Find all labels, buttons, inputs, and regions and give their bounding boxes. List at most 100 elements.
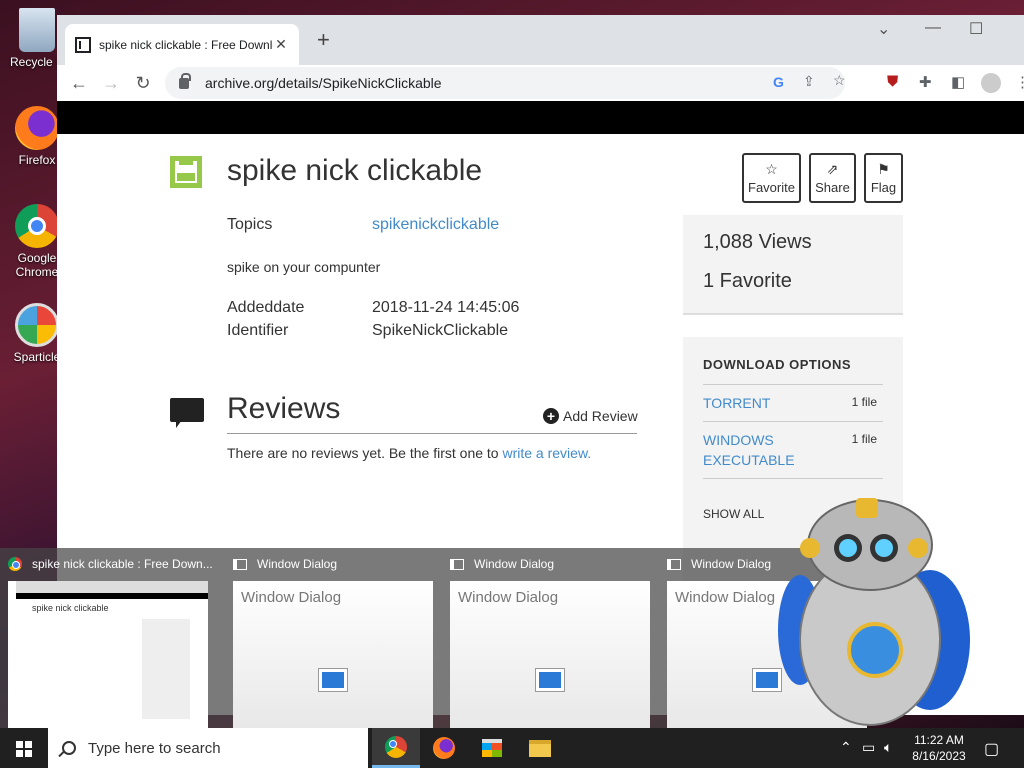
write-review-link[interactable]: write a review. [502, 445, 591, 461]
comment-icon [170, 398, 204, 428]
reload-icon[interactable]: ↻ [127, 73, 159, 94]
taskbar-firefox[interactable] [420, 728, 468, 768]
share-button[interactable]: ⇗ Share [809, 153, 856, 203]
robot-ear [800, 538, 820, 558]
taskbar-thumbnail-previews: spike nick clickable : Free Down... spik… [0, 548, 867, 728]
download-option: TORRENT 1 file [703, 384, 883, 421]
minimize-button[interactable]: — [925, 19, 941, 37]
robot-ear [908, 538, 928, 558]
side-panel-icon[interactable]: ◧ [951, 73, 965, 91]
tab-search-icon[interactable]: ⌄ [877, 19, 890, 39]
flag-button[interactable]: ⚑ Flag [864, 153, 903, 203]
chrome-icon [385, 735, 407, 758]
share-page-icon[interactable]: ⇪ [803, 73, 815, 90]
desktop-icon-label: Sparticle [13, 350, 61, 364]
bookmark-star-icon[interactable]: ☆ [833, 72, 846, 89]
chrome-icon [15, 204, 59, 248]
forward-arrow-icon[interactable]: → [95, 73, 127, 94]
plus-circle-icon: + [543, 408, 559, 424]
url-text: archive.org/details/SpikeNickClickable [205, 75, 442, 91]
new-tab-button[interactable]: + [317, 27, 330, 53]
flag-icon: ⚑ [877, 161, 890, 177]
taskbar-store[interactable] [468, 728, 516, 768]
clock[interactable]: 11:22 AM 8/16/2023 [902, 732, 976, 764]
window-icon [450, 558, 464, 570]
browser-toolbar: ← → ↻ archive.org/details/SpikeNickClick… [57, 65, 1024, 101]
recycle-bin-icon [19, 8, 55, 52]
maximize-button[interactable]: ☐ [969, 19, 983, 39]
windows-logo-quad [25, 741, 32, 748]
item-title: spike nick clickable [227, 154, 483, 187]
thumbnail-preview: Window Dialog [450, 581, 650, 728]
thumbnail-title: Window Dialog [257, 557, 338, 571]
window-icon [233, 558, 247, 570]
ublock-extension-icon[interactable]: ⛊ [887, 73, 898, 90]
preview-nav [16, 593, 208, 599]
stats-box: 1,088 Views 1 Favorite [683, 215, 903, 315]
browser-tab[interactable]: spike nick clickable : Free Download ✕ [65, 24, 299, 65]
desktop-icon-label: Recycle B [9, 55, 65, 69]
extensions-puzzle-icon[interactable]: ✚ [919, 73, 932, 91]
volume-icon[interactable]: 🔈︎ [884, 739, 892, 756]
window-icon [667, 558, 681, 570]
preview-title: Window Dialog [675, 589, 776, 606]
thumbnail-window-dialog-1[interactable]: Window Dialog Window Dialog [225, 548, 435, 728]
archive-nav-bar [57, 101, 1024, 134]
reviews-heading: Reviews [227, 392, 341, 425]
no-reviews-message: There are no reviews yet. Be the first o… [227, 445, 503, 461]
topics-link[interactable]: spikenickclickable [372, 216, 499, 234]
download-windows-executable-link[interactable]: WINDOWS EXECUTABLE [703, 430, 813, 470]
taskbar-search-box[interactable]: Type here to search [48, 728, 368, 768]
google-icon[interactable]: G [773, 74, 784, 90]
topics-label: Topics [227, 216, 273, 233]
app-window-icon [319, 669, 347, 691]
share-label: Share [815, 180, 850, 195]
back-arrow-icon[interactable]: ← [63, 73, 95, 94]
clock-date: 8/16/2023 [912, 749, 966, 763]
views-count: 1,088 Views [703, 231, 812, 253]
preview-sidebar [142, 619, 190, 719]
download-torrent-link[interactable]: TORRENT [703, 393, 813, 413]
favorite-button[interactable]: ☆ Favorite [742, 153, 801, 203]
divider [227, 433, 637, 434]
download-options-heading: DOWNLOAD OPTIONS [703, 357, 852, 372]
menu-kebab-icon[interactable]: ⋮ [1015, 73, 1024, 91]
file-count: 1 file [851, 432, 877, 446]
tab-close-icon[interactable]: ✕ [273, 36, 289, 53]
document-icon [170, 156, 202, 188]
search-icon [62, 741, 76, 755]
profile-avatar-icon[interactable] [981, 73, 1001, 93]
share-icon: ⇗ [826, 161, 839, 177]
thumbnail-chrome-window[interactable]: spike nick clickable : Free Down... spik… [0, 548, 213, 728]
network-icon[interactable]: ▭ [862, 739, 875, 756]
chrome-icon [8, 557, 22, 571]
thumbnail-title: Window Dialog [474, 557, 555, 571]
windows-logo-icon [16, 741, 23, 748]
preview-title: spike nick clickable [32, 603, 109, 613]
start-button[interactable] [0, 728, 48, 768]
star-icon: ☆ [765, 161, 778, 177]
file-count: 1 file [851, 395, 877, 409]
preview-title: Window Dialog [458, 589, 559, 606]
address-bar[interactable]: archive.org/details/SpikeNickClickable G… [165, 67, 846, 99]
robot-antenna [856, 498, 878, 518]
add-review-button[interactable]: + Add Review [543, 408, 638, 424]
archive-favicon-icon [75, 36, 91, 53]
robot-mascot[interactable] [770, 490, 980, 728]
notifications-icon[interactable]: ▢ [984, 739, 999, 759]
no-reviews-text: There are no reviews yet. Be the first o… [227, 445, 591, 461]
download-option: WINDOWS EXECUTABLE 1 file [703, 421, 883, 478]
robot-eye-glow [875, 539, 893, 557]
firefox-icon [433, 737, 455, 759]
show-hidden-icons-chevron-icon[interactable]: ⌃ [840, 739, 852, 756]
app-window-icon [536, 669, 564, 691]
preview-tabbar [16, 581, 208, 593]
taskbar-chrome[interactable] [372, 728, 420, 768]
thumbnail-window-dialog-2[interactable]: Window Dialog Window Dialog [442, 548, 652, 728]
clock-time: 11:22 AM [914, 733, 964, 747]
tab-bar: spike nick clickable : Free Download ✕ +… [57, 15, 1024, 65]
store-icon [482, 739, 502, 757]
preview-title: Window Dialog [241, 589, 342, 606]
windows-logo-quad [16, 750, 23, 757]
taskbar-file-explorer[interactable] [516, 728, 564, 768]
